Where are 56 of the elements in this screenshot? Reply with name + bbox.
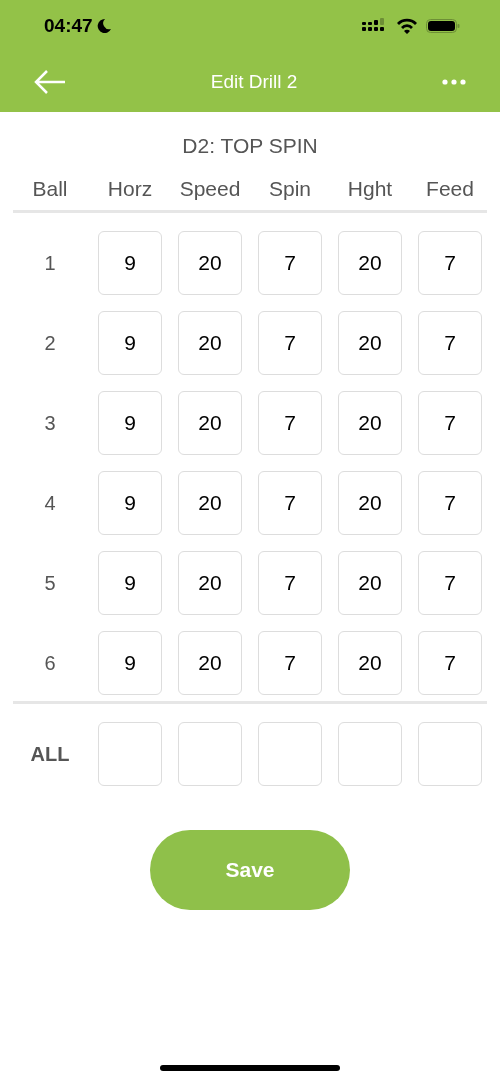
value-field[interactable] (418, 722, 482, 786)
column-header: Horz (106, 176, 154, 202)
value-field[interactable]: 20 (178, 551, 242, 615)
value-field[interactable]: 7 (258, 551, 322, 615)
value-field[interactable]: 20 (178, 391, 242, 455)
ball-number: 6 (43, 650, 57, 676)
value-field[interactable]: 20 (178, 471, 242, 535)
value-field[interactable]: 20 (178, 631, 242, 695)
value-field[interactable]: 9 (98, 391, 162, 455)
value-field[interactable]: 7 (258, 231, 322, 295)
wifi-icon (396, 18, 418, 34)
value-field[interactable]: 7 (418, 311, 482, 375)
value-field[interactable]: 7 (418, 471, 482, 535)
battery-icon (426, 18, 460, 34)
ball-number: 5 (43, 570, 57, 596)
value-field[interactable]: 7 (258, 391, 322, 455)
value-field[interactable]: 20 (338, 471, 402, 535)
value-field[interactable] (338, 722, 402, 786)
ball-number: 1 (43, 250, 57, 276)
value-field[interactable]: 9 (98, 631, 162, 695)
value-field[interactable]: 7 (258, 631, 322, 695)
value-field[interactable]: 7 (418, 551, 482, 615)
value-field[interactable]: 20 (178, 311, 242, 375)
value-field[interactable]: 20 (338, 551, 402, 615)
value-field[interactable]: 7 (258, 311, 322, 375)
column-header: Hght (346, 176, 394, 202)
column-header: Spin (268, 176, 312, 202)
value-field[interactable]: 9 (98, 471, 162, 535)
column-header: Speed (178, 176, 242, 202)
all-row-label: ALL (29, 741, 71, 767)
value-field[interactable] (98, 722, 162, 786)
column-header: Ball (31, 176, 69, 202)
back-arrow-icon[interactable] (34, 69, 66, 95)
value-field[interactable]: 9 (98, 231, 162, 295)
status-time: 04:47 (44, 15, 93, 37)
value-field[interactable]: 20 (338, 391, 402, 455)
value-field[interactable] (258, 722, 322, 786)
ball-number: 3 (43, 410, 57, 436)
value-field[interactable]: 9 (98, 311, 162, 375)
column-header: Feed (425, 176, 475, 202)
more-icon[interactable] (442, 79, 466, 85)
value-field[interactable]: 20 (338, 311, 402, 375)
value-field[interactable]: 20 (338, 631, 402, 695)
value-field[interactable]: 9 (98, 551, 162, 615)
value-field[interactable]: 20 (178, 231, 242, 295)
ball-number: 2 (43, 330, 57, 356)
value-field[interactable]: 7 (418, 231, 482, 295)
screen-title: Edit Drill 2 (210, 71, 298, 93)
value-field[interactable]: 7 (418, 391, 482, 455)
moon-icon (95, 18, 112, 34)
value-field[interactable]: 20 (338, 231, 402, 295)
drill-title: D2: TOP SPIN (181, 134, 319, 159)
ball-number: 4 (43, 490, 57, 516)
value-field[interactable]: 7 (418, 631, 482, 695)
value-field[interactable] (178, 722, 242, 786)
value-field[interactable]: 7 (258, 471, 322, 535)
